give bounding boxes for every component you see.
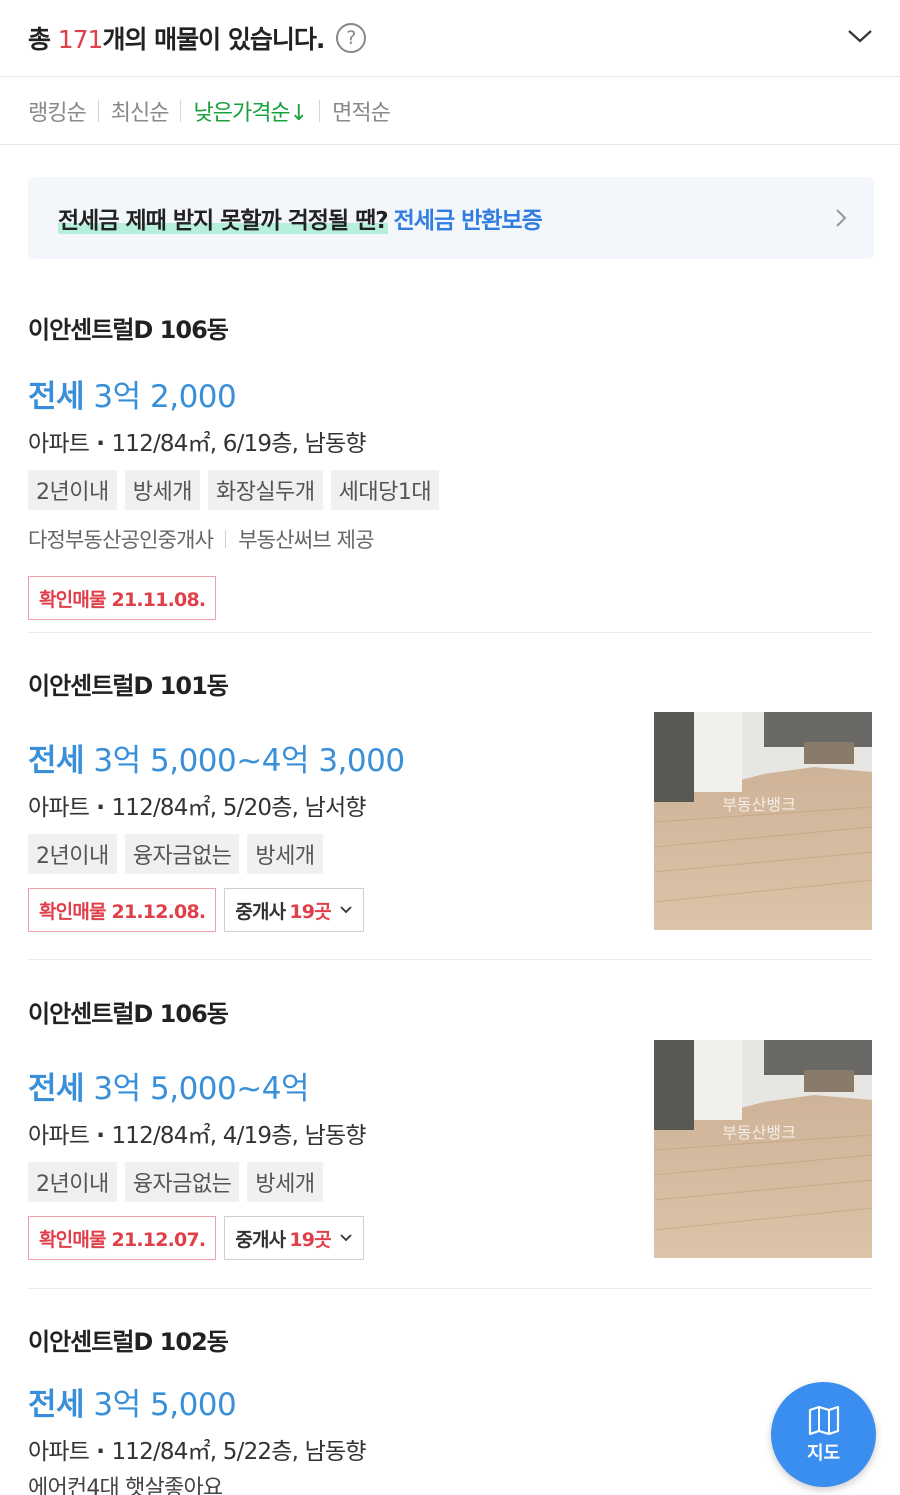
listing-title: 이안센트럴D 106동 bbox=[28, 1000, 229, 1028]
listing-item[interactable]: 이안센트럴D 106동 전세 3억 2,000 아파트 · 112/84㎡, 6… bbox=[28, 310, 872, 620]
map-button-label: 지도 bbox=[806, 1442, 841, 1464]
chevron-right-icon bbox=[836, 209, 847, 227]
price-value: 3억 2,000 bbox=[93, 379, 237, 415]
broker-count-button[interactable]: 중개사 19곳 bbox=[224, 888, 364, 932]
sort-divider bbox=[97, 99, 99, 122]
price-value: 3억 5,000~4억 3,000 bbox=[93, 743, 405, 779]
price-value: 3억 5,000 bbox=[93, 1387, 237, 1423]
listing-badges: 확인매물 21.11.08. bbox=[28, 576, 872, 620]
broker-count: 19곳 bbox=[289, 1228, 331, 1251]
chevron-down-icon[interactable] bbox=[846, 26, 874, 46]
feature-tag: 융자금없는 bbox=[124, 834, 240, 874]
spec-detail: 112/84㎡, 5/20층, 남서향 bbox=[111, 795, 366, 821]
listing-title: 이안센트럴D 102동 bbox=[28, 1328, 229, 1356]
sort-divider bbox=[319, 99, 321, 122]
map-button[interactable]: 지도 bbox=[771, 1382, 876, 1487]
sort-low-price[interactable]: 낮은가격순↓ bbox=[193, 95, 308, 127]
listing-price: 전세 3억 2,000 bbox=[28, 371, 872, 416]
deal-type: 전세 bbox=[28, 1071, 85, 1107]
listing-title: 이안센트럴D 101동 bbox=[28, 672, 229, 700]
spec-type: 아파트 bbox=[28, 1123, 90, 1149]
room-photo: 부동산뱅크 bbox=[654, 1040, 872, 1258]
room-photo: 부동산뱅크 bbox=[654, 712, 872, 930]
deal-type: 전세 bbox=[28, 743, 85, 779]
broker-label: 중개사 bbox=[235, 1228, 286, 1251]
listing-description: 에어컨4대 햇살좋아요 bbox=[28, 1476, 223, 1495]
agent-info: 다정부동산공인중개사 부동산써브 제공 bbox=[28, 524, 872, 554]
map-icon bbox=[808, 1405, 839, 1435]
spec-type: 아파트 bbox=[28, 431, 90, 457]
price-value: 3억 5,000~4억 bbox=[93, 1071, 309, 1107]
banner-text: 전세금 제때 받지 못할까 걱정될 땐? 전세금 반환보증 bbox=[58, 201, 543, 235]
listing-thumbnail[interactable]: 부동산뱅크 bbox=[654, 1040, 872, 1258]
sort-divider bbox=[180, 99, 182, 122]
listing-price: 전세 3억 5,000 bbox=[28, 1379, 872, 1424]
broker-count: 19곳 bbox=[289, 900, 331, 923]
spec-detail: 112/84㎡, 5/22층, 남동향 bbox=[111, 1439, 366, 1465]
feature-tag: 2년이내 bbox=[28, 470, 117, 510]
feature-tag: 세대당1대 bbox=[330, 470, 440, 510]
listing-spec: 아파트 · 112/84㎡, 6/19층, 남동향 bbox=[28, 424, 872, 458]
spec-type: 아파트 bbox=[28, 1439, 90, 1465]
listing-divider bbox=[28, 632, 872, 633]
broker-label: 중개사 bbox=[235, 900, 286, 923]
agent-name: 다정부동산공인중개사 bbox=[28, 528, 214, 552]
spec-dot: · bbox=[89, 1123, 112, 1149]
feature-tag: 화장실두개 bbox=[207, 470, 323, 510]
sort-ranking[interactable]: 랭킹순 bbox=[28, 95, 87, 127]
listing-spec: 아파트 · 112/84㎡, 5/22층, 남동향 bbox=[28, 1432, 872, 1466]
spec-dot: · bbox=[89, 431, 112, 457]
sort-latest[interactable]: 최신순 bbox=[111, 95, 170, 127]
sort-area[interactable]: 면적순 bbox=[332, 95, 391, 127]
feature-tag: 융자금없는 bbox=[124, 1162, 240, 1202]
deposit-guarantee-banner[interactable]: 전세금 제때 받지 못할까 걱정될 땐? 전세금 반환보증 bbox=[28, 177, 874, 259]
listing-title: 이안센트럴D 106동 bbox=[28, 316, 229, 344]
count-suffix: 개의 매물이 있습니다. bbox=[102, 25, 325, 54]
feature-tag: 방세개 bbox=[247, 834, 323, 874]
listing-count-text: 총 171개의 매물이 있습니다. bbox=[28, 20, 325, 56]
feature-tag: 방세개 bbox=[247, 1162, 323, 1202]
banner-headline: 전세금 제때 받지 못할까 걱정될 땐? bbox=[58, 208, 389, 234]
banner-link[interactable]: 전세금 반환보증 bbox=[394, 208, 543, 234]
sort-bar: 랭킹순 최신순 낮은가격순↓ 면적순 bbox=[0, 77, 900, 145]
feature-tag: 2년이내 bbox=[28, 1162, 117, 1202]
listing-thumbnail[interactable]: 부동산뱅크 bbox=[654, 712, 872, 930]
thumbnail-watermark: 부동산뱅크 bbox=[722, 795, 796, 814]
listing-count-number: 171 bbox=[57, 25, 104, 54]
listing-item[interactable]: 이안센트럴D 102동 전세 3억 5,000 아파트 · 112/84㎡, 5… bbox=[28, 1322, 872, 1495]
chevron-down-icon bbox=[340, 1234, 352, 1242]
listing-divider bbox=[28, 1288, 872, 1289]
provider-name: 부동산써브 제공 bbox=[238, 528, 374, 552]
feature-tag: 2년이내 bbox=[28, 834, 117, 874]
broker-count-button[interactable]: 중개사 19곳 bbox=[224, 1216, 364, 1260]
spec-dot: · bbox=[89, 1439, 112, 1465]
spec-detail: 112/84㎡, 4/19층, 남동향 bbox=[111, 1123, 366, 1149]
chevron-down-icon bbox=[340, 906, 352, 914]
listing-tags: 2년이내 방세개 화장실두개 세대당1대 bbox=[28, 470, 872, 510]
verified-badge: 확인매물 21.11.08. bbox=[28, 576, 217, 620]
listing-divider bbox=[28, 959, 872, 960]
feature-tag: 방세개 bbox=[124, 470, 200, 510]
listing-count-header: 총 171개의 매물이 있습니다. ? bbox=[0, 0, 900, 77]
count-prefix: 총 bbox=[28, 25, 58, 54]
agent-divider bbox=[225, 530, 227, 548]
verified-badge: 확인매물 21.12.08. bbox=[28, 888, 217, 932]
spec-dot: · bbox=[89, 795, 112, 821]
thumbnail-watermark: 부동산뱅크 bbox=[722, 1123, 796, 1142]
question-circle-icon[interactable]: ? bbox=[336, 23, 367, 53]
verified-badge: 확인매물 21.12.07. bbox=[28, 1216, 217, 1260]
deal-type: 전세 bbox=[28, 379, 85, 415]
spec-type: 아파트 bbox=[28, 795, 90, 821]
deal-type: 전세 bbox=[28, 1387, 85, 1423]
spec-detail: 112/84㎡, 6/19층, 남동향 bbox=[111, 431, 366, 457]
